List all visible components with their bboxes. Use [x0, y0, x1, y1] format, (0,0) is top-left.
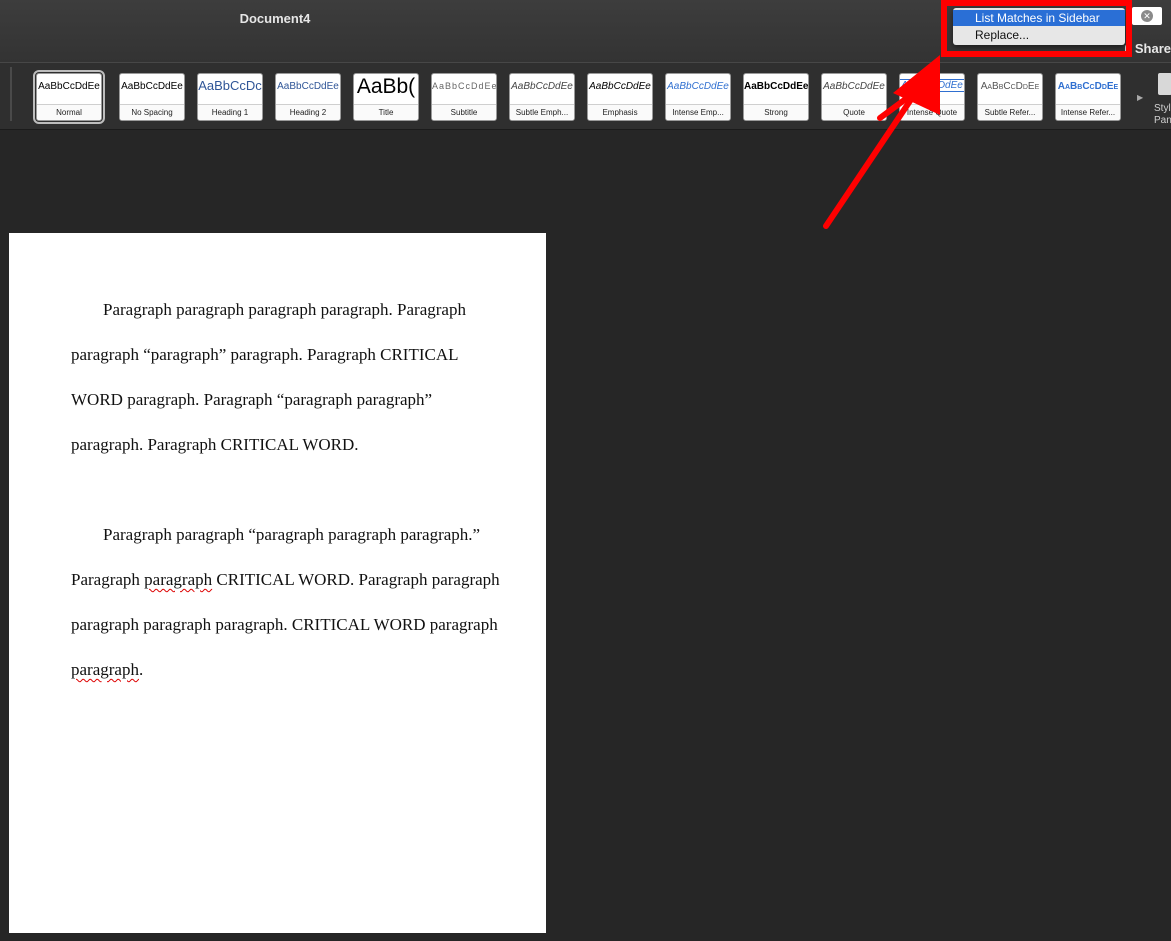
- search-clear-button[interactable]: ✕: [1132, 7, 1162, 25]
- style-heading-2[interactable]: AaBbCcDdEe Heading 2: [275, 73, 341, 121]
- style-sample: AaBbCcDc: [198, 78, 262, 93]
- style-label: Strong: [744, 104, 808, 120]
- style-heading-1[interactable]: AaBbCcDc Heading 1: [197, 73, 263, 121]
- style-sample: AaBbCcDdEe: [511, 81, 573, 92]
- ribbon-divider: [10, 67, 12, 121]
- style-title[interactable]: AaBb( Title: [353, 73, 419, 121]
- style-sample: AaBb(: [356, 75, 416, 98]
- style-sample: AaBbCcDdEe: [1057, 81, 1119, 92]
- style-sample: AaBbCcDdEe: [277, 81, 339, 92]
- style-intense-emphasis[interactable]: AaBbCcDdEe Intense Emp...: [665, 73, 731, 121]
- style-intense-quote[interactable]: AaBbCcDdEe Intense Quote: [899, 73, 965, 121]
- menu-item-list-matches[interactable]: List Matches in Sidebar: [953, 10, 1125, 26]
- style-label: Heading 1: [198, 104, 262, 120]
- ribbon-styles-gallery: AaBbCcDdEe Normal AaBbCcDdEe No Spacing …: [0, 62, 1171, 130]
- style-label: Heading 2: [276, 104, 340, 120]
- text-run: .: [138, 660, 144, 679]
- style-label: Subtitle: [432, 104, 496, 120]
- style-sample: AaBbCcDdEe: [38, 81, 100, 92]
- style-label: Emphasis: [588, 104, 652, 120]
- share-person-icon[interactable]: [1125, 44, 1131, 52]
- style-sample: AaBbCcDdEe: [121, 81, 183, 92]
- style-sample: AaBbCcDdEe: [744, 81, 808, 92]
- style-label: Title: [354, 104, 418, 120]
- style-sample: AaBbCcDdEe: [900, 79, 964, 92]
- style-label: Subtle Refer...: [978, 104, 1042, 120]
- style-quote[interactable]: AaBbCcDdEe Quote: [821, 73, 887, 121]
- paragraph-1: Paragraph paragraph paragraph paragraph.…: [71, 300, 466, 454]
- style-sample: AaBbCcDdEe: [667, 81, 729, 92]
- style-sample: AaBbCcDdEe: [432, 81, 496, 91]
- style-label: Intense Refer...: [1056, 104, 1120, 120]
- spelling-error-word[interactable]: paragraph: [144, 570, 212, 589]
- style-intense-reference[interactable]: AaBbCcDdEe Intense Refer...: [1055, 73, 1121, 121]
- style-normal[interactable]: AaBbCcDdEe Normal: [33, 70, 105, 124]
- style-label: Subtle Emph...: [510, 104, 574, 120]
- style-emphasis[interactable]: AaBbCcDdEe Emphasis: [587, 73, 653, 121]
- style-sample: AaBbCcDdEe: [589, 81, 651, 92]
- style-sample: AaBbCcDdEe: [980, 81, 1040, 92]
- document-page[interactable]: Paragraph paragraph paragraph paragraph.…: [9, 233, 546, 933]
- style-sample: AaBbCcDdEe: [823, 81, 885, 92]
- style-label: Normal: [37, 104, 101, 120]
- style-label: Intense Emp...: [666, 104, 730, 120]
- style-no-spacing[interactable]: AaBbCcDdEe No Spacing: [119, 73, 185, 121]
- styles-pane-label[interactable]: Styles Pane: [1154, 103, 1171, 127]
- style-label: Quote: [822, 104, 886, 120]
- style-label: Intense Quote: [900, 104, 964, 120]
- share-button[interactable]: Share: [1135, 41, 1171, 56]
- spelling-error-word[interactable]: paragraph: [71, 660, 139, 679]
- style-subtle-reference[interactable]: AaBbCcDdEe Subtle Refer...: [977, 73, 1043, 121]
- styles-pane-icon[interactable]: [1158, 73, 1171, 95]
- document-title: Document4: [239, 11, 311, 26]
- style-strong[interactable]: AaBbCcDdEe Strong: [743, 73, 809, 121]
- style-label: No Spacing: [120, 104, 184, 120]
- style-subtitle[interactable]: AaBbCcDdEe Subtitle: [431, 73, 497, 121]
- close-icon: ✕: [1141, 10, 1153, 22]
- gallery-next-arrow-icon[interactable]: ▶: [1137, 93, 1143, 102]
- style-subtle-emphasis[interactable]: AaBbCcDdEe Subtle Emph...: [509, 73, 575, 121]
- menu-item-replace[interactable]: Replace...: [953, 27, 1125, 43]
- paragraph-2: Paragraph paragraph “paragraph paragraph…: [71, 512, 501, 692]
- search-options-menu: List Matches in Sidebar Replace...: [953, 8, 1125, 45]
